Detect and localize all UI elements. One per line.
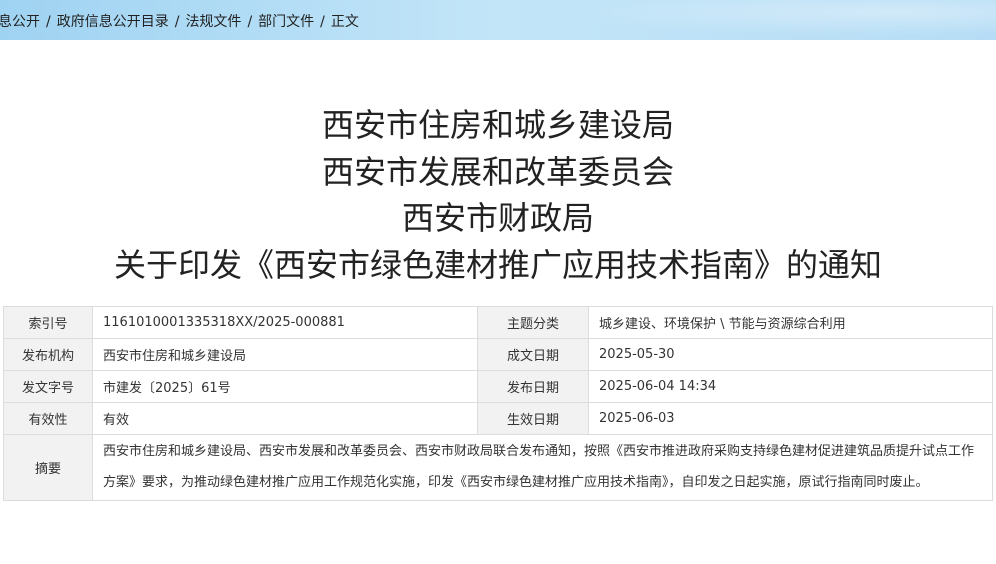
table-row: 索引号 1161010001335318XX/2025-000881 主题分类 … xyxy=(3,306,993,339)
title-line-subject: 关于印发《西安市绿色建材推广应用技术指南》的通知 xyxy=(113,245,882,284)
effective-date-label: 生效日期 xyxy=(477,402,589,435)
breadcrumb: 息公开 / 政府信息公开目录 / 法规文件 / 部门文件 / 正文 xyxy=(0,11,359,31)
topic-label: 主题分类 xyxy=(477,306,589,339)
table-row: 摘要 西安市住房和城乡建设局、西安市发展和改革委员会、西安市财政局联合发布通知，… xyxy=(3,434,993,501)
breadcrumb-separator: / xyxy=(247,14,253,30)
breadcrumb-separator: / xyxy=(320,14,325,30)
index-value: 1161010001335318XX/2025-000881 xyxy=(92,306,478,339)
summary-value: 西安市住房和城乡建设局、西安市发展和改革委员会、西安市财政局联合发布通知，按照《… xyxy=(92,434,993,501)
index-label: 索引号 xyxy=(3,306,93,339)
title-line-issuer-1: 西安市住房和城乡建设局 xyxy=(321,106,674,144)
title-line-issuer-2: 西安市发展和改革委员会 xyxy=(321,152,674,191)
summary-label: 摘要 xyxy=(3,434,93,501)
table-row: 发布机构 西安市住房和城乡建设局 成文日期 2025-05-30 xyxy=(3,338,993,371)
topic-value: 城乡建设、环境保护 \ 节能与资源综合利用 xyxy=(588,306,993,339)
doc-number-label: 发文字号 xyxy=(3,370,93,403)
breadcrumb-item-regulations[interactable]: 法规文件 xyxy=(185,14,241,30)
publisher-value: 西安市住房和城乡建设局 xyxy=(92,338,478,371)
breadcrumb-separator: / xyxy=(46,14,51,30)
breadcrumb-bar: 息公开 / 政府信息公开目录 / 法规文件 / 部门文件 / 正文 xyxy=(0,0,996,40)
title-line-issuer-3: 西安市财政局 xyxy=(401,199,594,237)
publish-date-value: 2025-06-04 14:34 xyxy=(588,370,993,403)
table-row: 有效性 有效 生效日期 2025-06-03 xyxy=(3,402,993,435)
page-title: 西安市住房和城乡建设局 西安市发展和改革委员会 西安市财政局 关于印发《西安市绿… xyxy=(0,102,996,288)
validity-value: 有效 xyxy=(92,402,478,435)
breadcrumb-separator: / xyxy=(174,14,180,30)
doc-number-value: 市建发〔2025〕61号 xyxy=(92,370,478,403)
validity-label: 有效性 xyxy=(3,402,93,435)
written-date-label: 成文日期 xyxy=(477,338,589,371)
effective-date-value: 2025-06-03 xyxy=(588,402,993,435)
breadcrumb-item-catalog[interactable]: 政府信息公开目录 xyxy=(57,14,169,30)
publish-date-label: 发布日期 xyxy=(477,370,589,403)
breadcrumb-item-current: 正文 xyxy=(330,14,359,30)
written-date-value: 2025-05-30 xyxy=(588,338,993,371)
document-meta-table: 索引号 1161010001335318XX/2025-000881 主题分类 … xyxy=(3,306,993,501)
table-row: 发文字号 市建发〔2025〕61号 发布日期 2025-06-04 14:34 xyxy=(3,370,993,403)
breadcrumb-item-department-docs[interactable]: 部门文件 xyxy=(258,14,314,30)
breadcrumb-item-info-public[interactable]: 息公开 xyxy=(0,14,40,30)
publisher-label: 发布机构 xyxy=(3,338,93,371)
